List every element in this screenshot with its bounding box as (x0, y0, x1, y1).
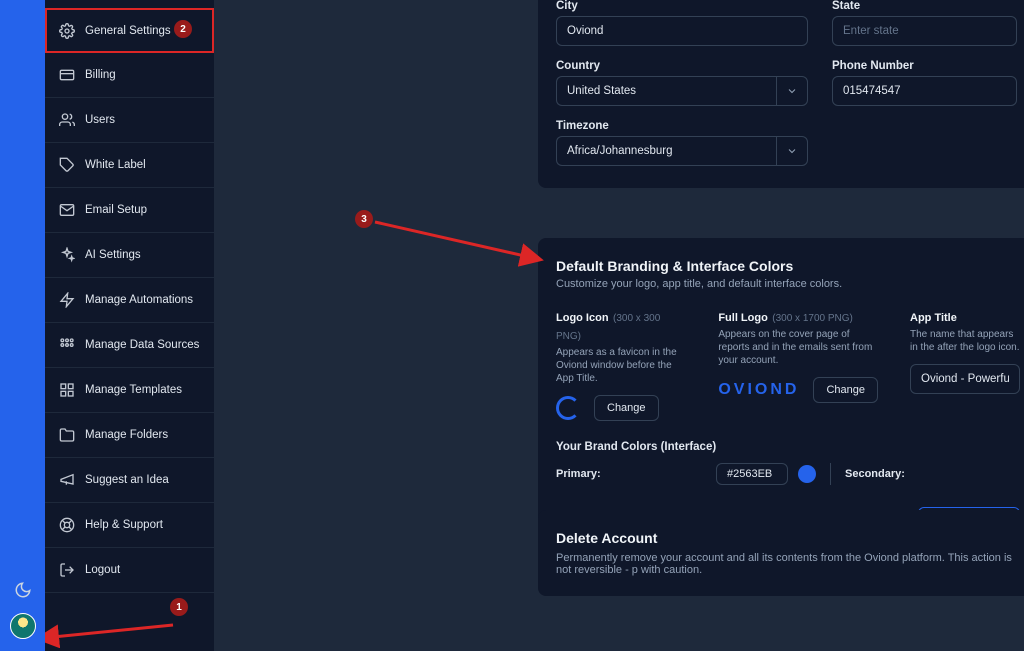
timezone-label: Timezone (556, 120, 1020, 132)
main-content: City State Country United States Phone N… (214, 0, 1024, 651)
sparkle-icon (59, 247, 75, 263)
sidebar-item-label: Users (85, 114, 115, 126)
mail-icon (59, 202, 75, 218)
moon-icon[interactable] (14, 581, 32, 599)
lifebuoy-icon (59, 517, 75, 533)
phone-label: Phone Number (832, 60, 1017, 72)
sidebar-item-label: Manage Templates (85, 384, 182, 396)
sidebar-item-label: General Settings (85, 25, 171, 37)
timezone-select[interactable]: Africa/Johannesburg (556, 136, 776, 166)
sidebar-item-billing[interactable]: Billing (45, 53, 214, 98)
sidebar-item-label: Billing (85, 69, 116, 81)
sidebar-item-manage-automations[interactable]: Manage Automations (45, 278, 214, 323)
annotation-badge-2: 2 (174, 20, 192, 38)
city-label: City (556, 0, 808, 12)
full-logo-label: Full Logo (718, 312, 767, 324)
chevron-down-icon[interactable] (776, 76, 808, 106)
annotation-badge-1: 1 (170, 598, 188, 616)
logo-icon-desc: Appears as a favicon in the Oviond windo… (556, 346, 686, 385)
primary-color-input[interactable] (716, 463, 788, 485)
sidebar-item-label: White Label (85, 159, 146, 171)
chevron-down-icon[interactable] (776, 136, 808, 166)
layout-icon (59, 382, 75, 398)
country-select[interactable]: United States (556, 76, 776, 106)
tag-icon (59, 157, 75, 173)
secondary-label: Secondary: (845, 468, 905, 480)
state-input[interactable] (832, 16, 1017, 46)
avatar[interactable] (10, 613, 36, 639)
sidebar: General Settings Billing Users White Lab… (45, 0, 214, 651)
sidebar-item-help-support[interactable]: Help & Support (45, 503, 214, 548)
change-logo-icon-button[interactable]: Change (594, 395, 659, 421)
app-title-desc: The name that appears in the after the l… (910, 328, 1020, 354)
sidebar-item-label: Help & Support (85, 519, 163, 531)
left-rail (0, 0, 45, 651)
grid-icon (59, 337, 75, 353)
logo-icon-preview (556, 396, 580, 420)
sidebar-item-ai-settings[interactable]: AI Settings (45, 233, 214, 278)
primary-swatch[interactable] (798, 465, 816, 483)
change-full-logo-button[interactable]: Change (813, 377, 878, 403)
sidebar-item-label: Manage Folders (85, 429, 168, 441)
full-logo-desc: Appears on the cover page of reports and… (718, 328, 878, 367)
sidebar-item-label: Email Setup (85, 204, 147, 216)
delete-desc: Permanently remove your account and all … (556, 552, 1020, 576)
phone-input[interactable] (832, 76, 1017, 106)
annotation-badge-3: 3 (355, 210, 373, 228)
sidebar-item-manage-data-sources[interactable]: Manage Data Sources (45, 323, 214, 368)
app-title-input[interactable] (910, 364, 1020, 394)
sidebar-item-logout[interactable]: Logout (45, 548, 214, 593)
sidebar-item-label: Suggest an Idea (85, 474, 169, 486)
gear-icon (59, 23, 75, 39)
country-label: Country (556, 60, 808, 72)
full-logo-preview: OVIOND (718, 381, 799, 399)
app-title-label: App Title (910, 312, 957, 324)
sidebar-item-users[interactable]: Users (45, 98, 214, 143)
branding-subtitle: Customize your logo, app title, and defa… (556, 278, 1020, 290)
sidebar-item-manage-templates[interactable]: Manage Templates (45, 368, 214, 413)
sidebar-item-email-setup[interactable]: Email Setup (45, 188, 214, 233)
card-icon (59, 67, 75, 83)
sidebar-item-label: AI Settings (85, 249, 141, 261)
megaphone-icon (59, 472, 75, 488)
bolt-icon (59, 292, 75, 308)
primary-label: Primary: (556, 468, 716, 480)
folder-icon (59, 427, 75, 443)
sidebar-item-manage-folders[interactable]: Manage Folders (45, 413, 214, 458)
sidebar-item-suggest-idea[interactable]: Suggest an Idea (45, 458, 214, 503)
sidebar-item-label: Logout (85, 564, 120, 576)
city-input[interactable] (556, 16, 808, 46)
divider (830, 463, 831, 485)
logo-icon-label: Logo Icon (556, 312, 609, 324)
full-logo-dim: (300 x 1700 PNG) (772, 313, 853, 324)
brand-colors-label: Your Brand Colors (Interface) (556, 441, 1020, 453)
sidebar-item-white-label[interactable]: White Label (45, 143, 214, 188)
sidebar-item-label: Manage Automations (85, 294, 193, 306)
sidebar-item-label: Manage Data Sources (85, 339, 199, 351)
logout-icon (59, 562, 75, 578)
delete-title: Delete Account (556, 530, 1020, 546)
users-icon (59, 112, 75, 128)
state-label: State (832, 0, 1017, 12)
branding-title: Default Branding & Interface Colors (556, 258, 1020, 274)
